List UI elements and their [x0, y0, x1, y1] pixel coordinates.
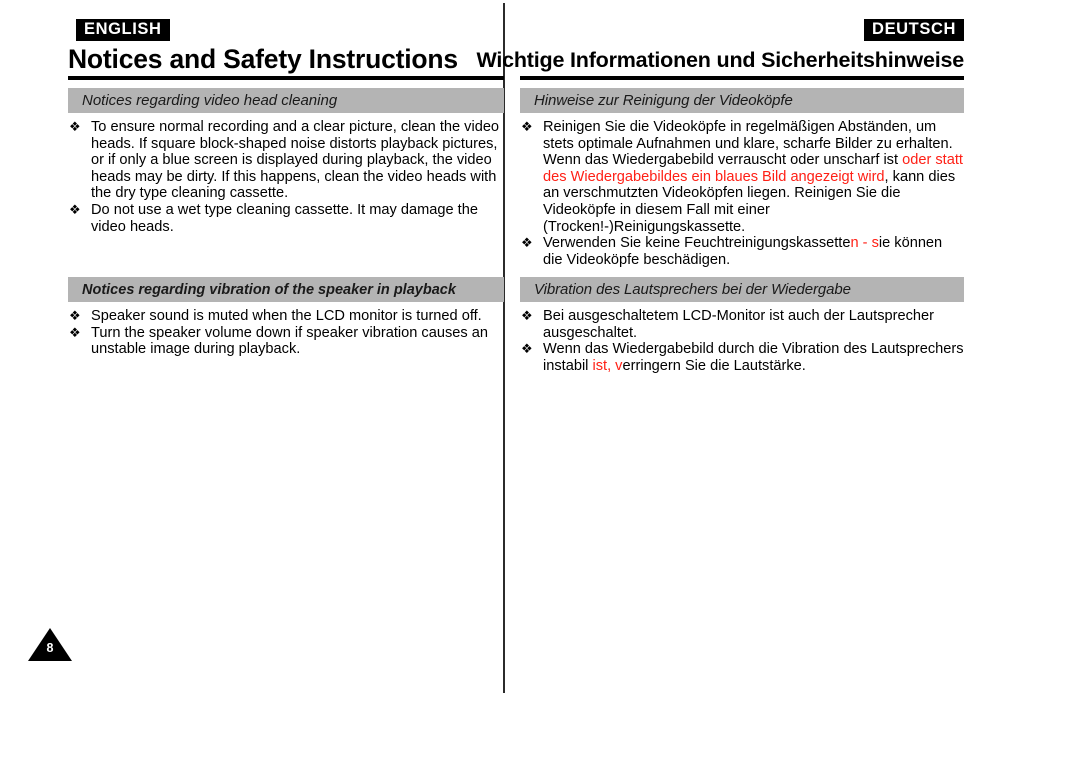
highlighted-text-run: n - s: [850, 235, 879, 252]
english-section-speaker-vibration: Notices regarding vibration of the speak…: [60, 277, 504, 358]
english-column: ENGLISH Notices and Safety Instructions …: [60, 0, 504, 357]
title-rule-english: [68, 76, 504, 80]
german-section-videokopf-reinigung: Hinweise zur Reinigung der Videoköpfe ❖ …: [520, 88, 964, 268]
page-number-badge: 8: [28, 628, 72, 661]
german-column: DEUTSCH Wichtige Informationen und Siche…: [476, 0, 964, 374]
section-heading-text: Notices regarding video head cleaning: [82, 92, 338, 109]
highlighted-text-run: ist, v: [592, 357, 623, 374]
german-section-lautsprecher-vibration: Vibration des Lautsprechers bei der Wied…: [520, 277, 964, 374]
section-heading-bar: Hinweise zur Reinigung der Videoköpfe: [520, 88, 964, 113]
section-heading-text: Hinweise zur Reinigung der Videoköpfe: [534, 92, 793, 109]
list-item: ❖ Verwenden Sie keine Feuchtreinigungska…: [520, 235, 964, 268]
list-item: ❖ To ensure normal recording and a clear…: [68, 119, 504, 202]
title-rule-deutsch: [520, 76, 964, 80]
clover-bullet-icon: ❖: [69, 324, 81, 340]
list-item-text: Reinigen Sie die Videoköpfe in regelmäßi…: [543, 119, 964, 235]
page-title-deutsch: Wichtige Informationen und Sicherheitshi…: [476, 48, 964, 72]
section-heading-text: Notices regarding vibration of the speak…: [82, 281, 456, 298]
german-bullet-list-2: ❖ Bei ausgeschaltetem LCD-Monitor ist au…: [520, 302, 964, 374]
section-heading-bar: Vibration des Lautsprechers bei der Wied…: [520, 277, 964, 302]
list-item: ❖ Bei ausgeschaltetem LCD-Monitor ist au…: [520, 308, 964, 341]
list-item: ❖ Do not use a wet type cleaning cassett…: [68, 202, 504, 235]
clover-bullet-icon: ❖: [69, 308, 81, 323]
list-item-text: Wenn das Wiedergabebild durch die Vibrat…: [543, 341, 964, 374]
english-section-video-head-cleaning: Notices regarding video head cleaning ❖ …: [60, 88, 504, 235]
list-item-text: Do not use a wet type cleaning cassette.…: [91, 201, 478, 235]
page-title-english: Notices and Safety Instructions: [68, 44, 458, 74]
clover-bullet-icon: ❖: [69, 119, 81, 134]
german-bullet-list-1: ❖ Reinigen Sie die Videoköpfe in regelmä…: [520, 113, 964, 268]
list-item-text: Turn the speaker volume down if speaker …: [91, 324, 488, 358]
english-badge-row: ENGLISH: [60, 0, 504, 41]
text-run: Bei ausgeschaltetem LCD-Monitor ist auch…: [543, 308, 934, 341]
list-item: ❖ Reinigen Sie die Videoköpfe in regelmä…: [520, 119, 964, 235]
list-item-text: To ensure normal recording and a clear p…: [91, 119, 500, 202]
clover-bullet-icon: ❖: [521, 235, 533, 251]
german-badge-row: DEUTSCH: [520, 0, 964, 41]
list-item-text: Speaker sound is muted when the LCD moni…: [91, 308, 482, 324]
manual-page: ENGLISH Notices and Safety Instructions …: [0, 0, 1080, 771]
language-badge-deutsch: DEUTSCH: [864, 19, 964, 41]
section-heading-text: Vibration des Lautsprechers bei der Wied…: [534, 281, 851, 298]
english-bullet-list-2: ❖ Speaker sound is muted when the LCD mo…: [60, 302, 504, 358]
section-heading-bar: Notices regarding video head cleaning: [68, 88, 504, 113]
text-run: Verwenden Sie keine Feuchtreinigungskass…: [543, 235, 851, 252]
clover-bullet-icon: ❖: [521, 119, 533, 134]
clover-bullet-icon: ❖: [69, 201, 81, 217]
page-number-text: 8: [46, 641, 54, 655]
clover-bullet-icon: ❖: [521, 341, 533, 357]
section-heading-bar: Notices regarding vibration of the speak…: [68, 277, 504, 302]
text-run: erringern Sie die Lautstärke.: [622, 357, 806, 374]
clover-bullet-icon: ❖: [521, 308, 533, 323]
list-item-text: Bei ausgeschaltetem LCD-Monitor ist auch…: [543, 308, 964, 341]
list-item: ❖ Speaker sound is muted when the LCD mo…: [68, 308, 504, 325]
list-item: ❖ Turn the speaker volume down if speake…: [68, 325, 504, 358]
english-bullet-list-1: ❖ To ensure normal recording and a clear…: [60, 113, 504, 235]
language-badge-english: ENGLISH: [76, 19, 170, 41]
list-item: ❖ Wenn das Wiedergabebild durch die Vibr…: [520, 341, 964, 374]
list-item-text: Verwenden Sie keine Feuchtreinigungskass…: [543, 235, 964, 268]
text-run: Reinigen Sie die Videoköpfe in regelmäßi…: [543, 119, 953, 169]
